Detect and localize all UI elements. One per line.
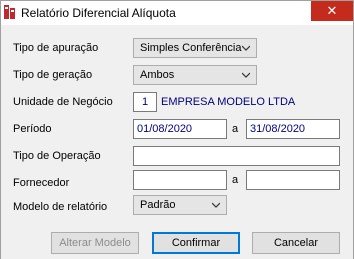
fornecedor-label: Fornecedor <box>13 177 70 189</box>
tipo-apuracao-value: Simples Conferência <box>140 42 242 54</box>
periodo-to-input[interactable]: 31/08/2020 <box>246 119 340 139</box>
close-icon: ✕ <box>326 3 338 18</box>
chevron-down-icon <box>212 202 220 208</box>
tipo-apuracao-label: Tipo de apuração <box>13 42 99 54</box>
modelo-relatorio-value: Padrão <box>140 199 176 211</box>
unidade-negocio-name: EMPRESA MODELO LTDA <box>161 96 296 108</box>
fornecedor-from-input[interactable] <box>133 170 227 190</box>
form-area: Tipo de apuração Simples Conferência Tip… <box>1 25 353 259</box>
modelo-relatorio-select[interactable]: Padrão <box>133 195 227 215</box>
unidade-negocio-code-input[interactable]: 1 <box>133 92 157 112</box>
close-button[interactable]: ✕ <box>311 1 353 21</box>
cancelar-label: Cancelar <box>273 237 319 249</box>
unidade-negocio-label: Unidade de Negócio <box>13 96 113 108</box>
app-logo-icon <box>3 4 17 20</box>
dialog-window: Relatório Diferencial Alíquota ✕ Tipo de… <box>0 0 354 259</box>
fornecedor-to-input[interactable] <box>246 170 340 190</box>
chevron-down-icon <box>242 72 250 78</box>
tipo-geracao-value: Ambos <box>140 69 175 81</box>
alterar-modelo-button[interactable]: Alterar Modelo <box>51 232 139 254</box>
confirmar-button[interactable]: Confirmar <box>152 232 240 254</box>
confirmar-label: Confirmar <box>171 237 221 249</box>
tipo-operacao-label: Tipo de Operação <box>13 150 101 162</box>
alterar-modelo-label: Alterar Modelo <box>59 237 131 249</box>
unidade-negocio-code: 1 <box>141 96 149 108</box>
modelo-relatorio-label: Modelo de relatório <box>13 201 108 213</box>
tipo-operacao-input[interactable] <box>133 146 340 166</box>
periodo-to-value: 31/08/2020 <box>250 123 306 135</box>
fornecedor-separator: a <box>232 174 239 186</box>
tipo-apuracao-select[interactable]: Simples Conferência <box>133 38 257 58</box>
tipo-geracao-label: Tipo de geração <box>13 69 93 81</box>
cancelar-button[interactable]: Cancelar <box>252 232 340 254</box>
periodo-label: Período <box>13 123 52 135</box>
title-bar[interactable]: Relatório Diferencial Alíquota ✕ <box>1 1 353 25</box>
tipo-geracao-select[interactable]: Ambos <box>133 65 257 85</box>
chevron-down-icon <box>242 45 250 51</box>
periodo-separator: a <box>232 123 239 135</box>
window-title: Relatório Diferencial Alíquota <box>21 6 176 20</box>
periodo-from-value: 01/08/2020 <box>137 123 193 135</box>
periodo-from-input[interactable]: 01/08/2020 <box>133 119 227 139</box>
